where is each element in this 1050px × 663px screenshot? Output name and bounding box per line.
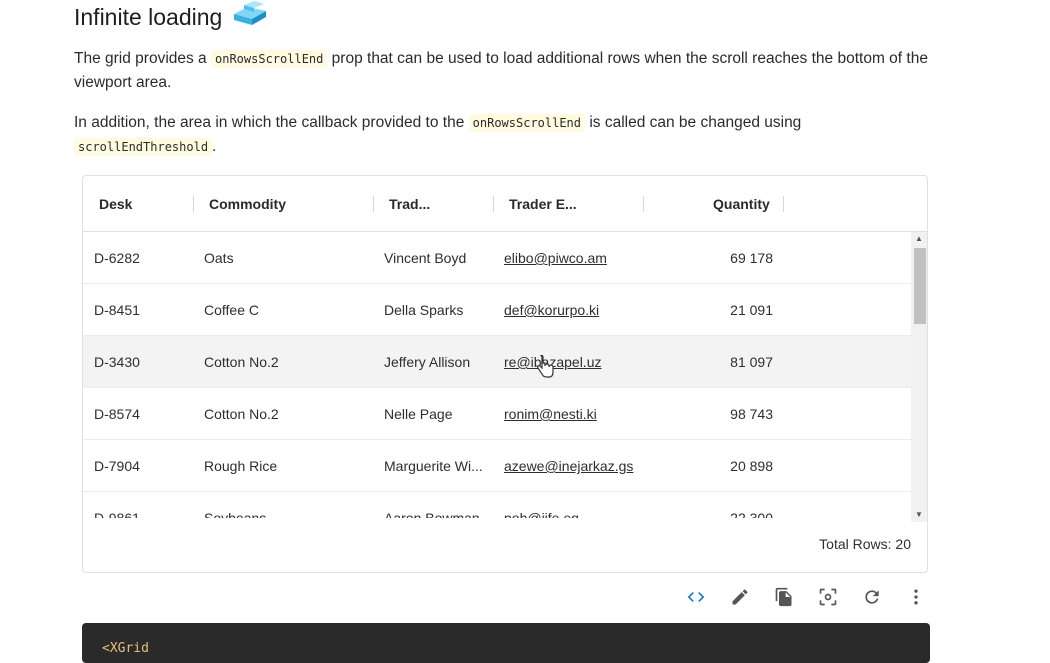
view-source-button[interactable] xyxy=(674,584,718,610)
column-header-commodity[interactable]: Commodity xyxy=(209,176,286,232)
pointer-cursor-icon xyxy=(537,355,554,378)
column-header-trader[interactable]: Trad... xyxy=(389,176,430,232)
screenshot-button[interactable] xyxy=(806,584,850,610)
column-separator[interactable] xyxy=(643,196,644,212)
edit-icon xyxy=(732,589,748,605)
prop-code: scrollEndThreshold xyxy=(74,138,213,156)
table-row[interactable]: D-8574 Cotton No.2 Nelle Page ronim@nest… xyxy=(83,388,911,440)
copy-button[interactable] xyxy=(762,584,806,610)
demo-toolbar xyxy=(674,584,938,610)
grid-rows: D-6282 Oats Vincent Boyd elibo@piwco.am … xyxy=(83,232,911,518)
column-header-trader-email[interactable]: Trader E... xyxy=(509,176,577,232)
desk-cell: D-8574 xyxy=(94,406,140,422)
desk-cell: D-8451 xyxy=(94,302,140,318)
trader-cell: Jeffery Allison xyxy=(384,354,471,370)
column-header-quantity[interactable]: Quantity xyxy=(713,176,770,232)
table-row[interactable]: D-6282 Oats Vincent Boyd elibo@piwco.am … xyxy=(83,232,911,284)
trader-cell: Marguerite Wi... xyxy=(384,458,483,474)
desk-cell: D-3430 xyxy=(94,354,140,370)
commodity-cell: Soybeans xyxy=(204,510,267,518)
paragraph-text: is called can be changed using xyxy=(585,114,802,131)
email-link[interactable]: azewe@inejarkaz.gs xyxy=(504,440,633,492)
total-rows-label: Total Rows: 20 xyxy=(819,536,911,552)
column-header-desk[interactable]: Desk xyxy=(99,176,132,232)
code-icon xyxy=(687,592,705,602)
reset-button[interactable] xyxy=(850,584,894,610)
intro-paragraph: The grid provides a onRowsScrollEnd prop… xyxy=(74,47,934,95)
email-link[interactable]: elibo@piwco.am xyxy=(504,232,607,284)
quantity-cell: 81 097 xyxy=(730,354,773,370)
screenshot-icon xyxy=(819,588,837,606)
more-icon xyxy=(914,589,918,605)
commodity-cell: Cotton No.2 xyxy=(204,406,279,422)
data-grid: Desk Commodity Trad... Trader E... Quant… xyxy=(82,175,928,573)
table-row[interactable]: D-8451 Coffee C Della Sparks def@korurpo… xyxy=(83,284,911,336)
copy-icon xyxy=(775,587,792,607)
quantity-cell: 98 743 xyxy=(730,406,773,422)
scrollbar-thumb[interactable] xyxy=(914,248,926,324)
trader-cell: Della Sparks xyxy=(384,302,464,318)
column-separator[interactable] xyxy=(193,196,194,212)
threshold-paragraph: In addition, the area in which the callb… xyxy=(74,111,934,159)
quantity-cell: 22 300 xyxy=(730,510,773,518)
paragraph-text: The grid provides a xyxy=(74,50,211,67)
reset-icon xyxy=(865,590,879,604)
trader-cell: Nelle Page xyxy=(384,406,453,422)
quantity-cell: 21 091 xyxy=(730,302,773,318)
email-link[interactable]: ronim@nesti.ki xyxy=(504,388,597,440)
trader-cell: Aaron Bowman xyxy=(384,510,480,518)
commodity-cell: Rough Rice xyxy=(204,458,278,474)
grid-header: Desk Commodity Trad... Trader E... Quant… xyxy=(83,176,927,232)
column-separator[interactable] xyxy=(373,196,374,212)
more-options-button[interactable] xyxy=(894,584,938,610)
commodity-cell: Oats xyxy=(204,250,234,266)
paragraph-text: In addition, the area in which the callb… xyxy=(74,114,469,131)
trader-cell: Vincent Boyd xyxy=(384,250,467,266)
heading-title: Infinite loading xyxy=(74,3,223,30)
desk-cell: D-9861 xyxy=(94,510,140,518)
email-link[interactable]: def@korurpo.ki xyxy=(504,284,599,336)
scroll-down-icon[interactable]: ▼ xyxy=(911,508,927,522)
scroll-up-icon[interactable]: ▲ xyxy=(911,232,927,246)
code-block: <XGrid xyxy=(82,623,930,663)
page-heading: Infinite loading xyxy=(74,0,270,34)
column-separator[interactable] xyxy=(493,196,494,212)
desk-cell: D-6282 xyxy=(94,250,140,266)
cube-icon xyxy=(230,0,270,34)
commodity-cell: Coffee C xyxy=(204,302,259,318)
prop-code: onRowsScrollEnd xyxy=(211,50,328,68)
edit-button[interactable] xyxy=(718,584,762,610)
quantity-cell: 69 178 xyxy=(730,250,773,266)
paragraph-text: . xyxy=(212,138,217,155)
code-line: <XGrid xyxy=(102,641,149,656)
table-row[interactable]: D-7904 Rough Rice Marguerite Wi... azewe… xyxy=(83,440,911,492)
prop-code: onRowsScrollEnd xyxy=(468,114,586,132)
table-row[interactable]: D-3430 Cotton No.2 Jeffery Allison re@ib… xyxy=(83,336,911,388)
column-separator[interactable] xyxy=(783,196,784,212)
vertical-scrollbar[interactable]: ▲ ▼ xyxy=(911,232,927,522)
email-link[interactable]: poh@iife.eg xyxy=(504,492,579,518)
table-row[interactable]: D-9861 Soybeans Aaron Bowman poh@iife.eg… xyxy=(83,492,911,518)
desk-cell: D-7904 xyxy=(94,458,140,474)
quantity-cell: 20 898 xyxy=(730,458,773,474)
commodity-cell: Cotton No.2 xyxy=(204,354,279,370)
